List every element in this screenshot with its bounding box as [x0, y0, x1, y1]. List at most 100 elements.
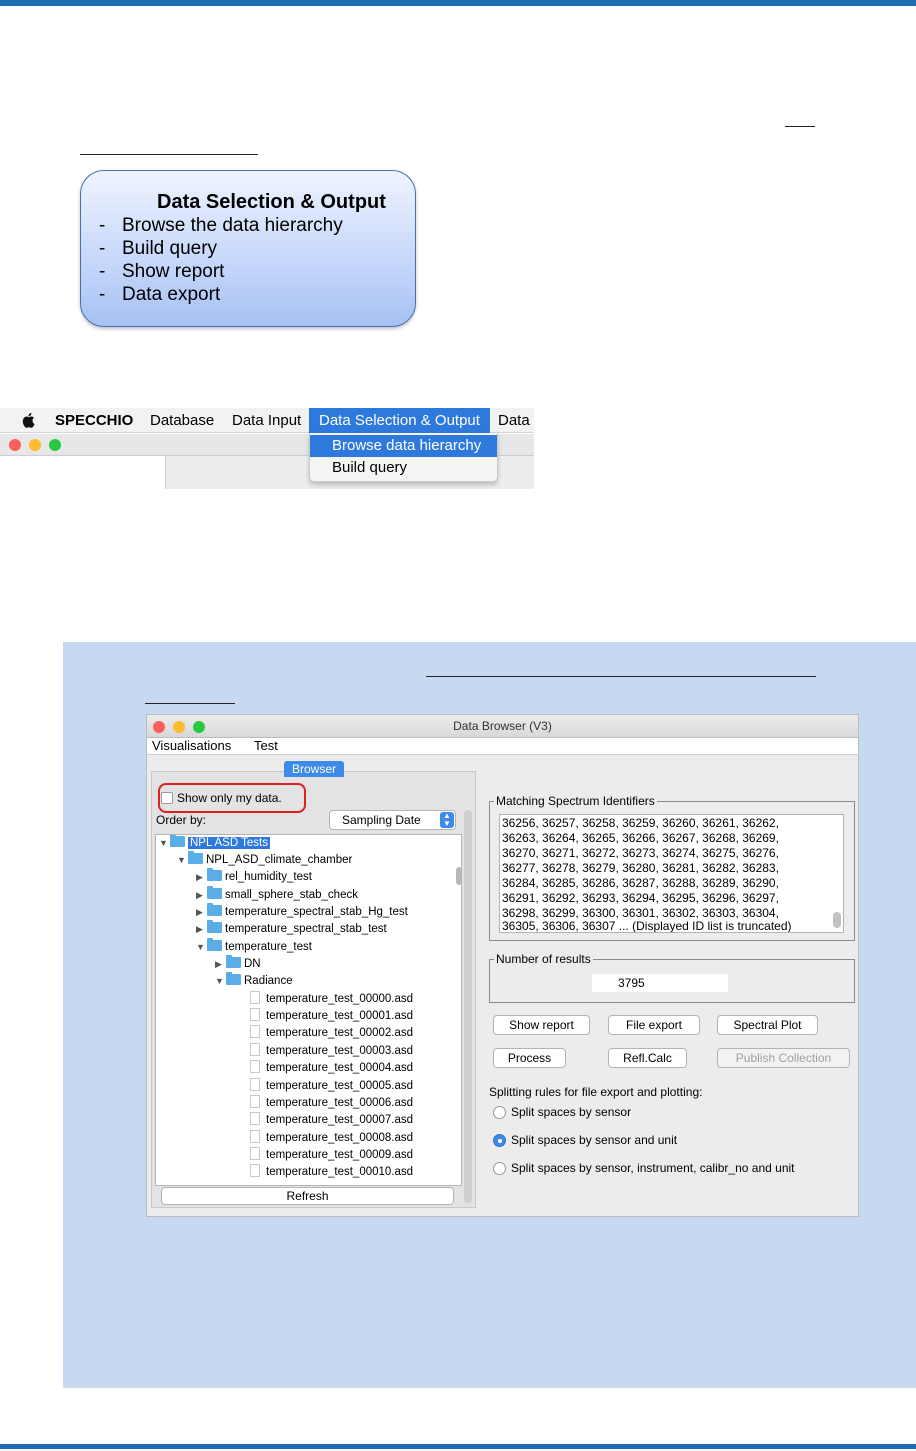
tree-node[interactable]: ▼ Radiance	[215, 972, 293, 990]
top-accent-rule	[0, 0, 916, 6]
radio-button[interactable]	[493, 1106, 506, 1119]
menu-item-build-query[interactable]: Build query	[310, 457, 497, 479]
data-hierarchy-tree[interactable]: ▼ NPL ASD Tests ▼ NPL_ASD_climate_chamber …	[155, 834, 462, 1186]
results-count-field: 3795	[592, 974, 728, 992]
collapsed-triangle-icon[interactable]: ▶	[196, 921, 207, 938]
window-titlebar: Data Browser (V3)	[147, 715, 858, 738]
tree-scrollbar[interactable]	[456, 835, 461, 1185]
tree-node[interactable]: ▼ NPL_ASD_climate_chamber	[177, 851, 352, 869]
ids-line: 36291, 36292, 36293, 36294, 36295, 36296…	[502, 891, 779, 905]
collapsed-triangle-icon[interactable]: ▶	[196, 887, 207, 904]
tree-leaf[interactable]: temperature_test_00002.asd	[250, 1025, 413, 1042]
expanded-triangle-icon[interactable]: ▼	[196, 939, 207, 956]
callout-list: - Browse the data hierarchy - Build query …	[99, 214, 343, 306]
file-icon	[250, 1060, 260, 1073]
scrollbar-thumb[interactable]	[456, 867, 461, 885]
menu-data-input[interactable]: Data Input	[232, 412, 301, 429]
expanded-triangle-icon[interactable]: ▼	[177, 852, 188, 869]
mac-menu-bar: SPECCHIO Database Data Input Data Select…	[0, 408, 534, 433]
tree-leaf[interactable]: temperature_test_00000.asd	[250, 991, 413, 1008]
file-icon	[250, 1025, 260, 1038]
process-button[interactable]: Process	[493, 1048, 566, 1068]
tree-leaf[interactable]: temperature_test_00001.asd	[250, 1008, 413, 1025]
folder-icon	[226, 972, 241, 985]
expanded-triangle-icon[interactable]: ▼	[215, 973, 226, 990]
file-icon	[250, 1164, 260, 1177]
split-by-sensor-unit-radio[interactable]: Split spaces by sensor and unit	[493, 1133, 677, 1147]
menu-item-browse-data-hierarchy[interactable]: Browse data hierarchy	[310, 435, 497, 457]
minimize-button[interactable]	[29, 439, 41, 451]
tree-node[interactable]: ▶ DN	[215, 955, 261, 973]
close-button[interactable]	[9, 439, 21, 451]
publish-collection-button[interactable]: Publish Collection	[717, 1048, 850, 1068]
callout-item: - Build query	[99, 238, 218, 259]
window-title: Data Browser (V3)	[453, 719, 552, 733]
ids-line: 36263, 36264, 36265, 36266, 36267, 36268…	[502, 831, 779, 845]
menu-data-selection-output[interactable]: Data Selection & Output	[309, 408, 490, 433]
tree-leaf[interactable]: temperature_test_00009.asd	[250, 1147, 413, 1164]
file-icon	[250, 1147, 260, 1160]
tree-leaf[interactable]: temperature_test_00004.asd	[250, 1060, 413, 1077]
folder-icon	[207, 903, 222, 916]
hyperlink-underline[interactable]	[426, 676, 816, 677]
zoom-button[interactable]	[49, 439, 61, 451]
ids-scrollbar[interactable]	[833, 818, 841, 930]
refl-calc-button[interactable]: Refl.Calc	[608, 1048, 687, 1068]
scrollbar-thumb[interactable]	[833, 912, 841, 928]
panel-scrollbar[interactable]	[464, 810, 472, 1203]
matching-ids-textarea[interactable]: 36256, 36257, 36258, 36259, 36260, 36261…	[499, 814, 844, 933]
tree-leaf[interactable]: temperature_test_00007.asd	[250, 1112, 413, 1129]
collapsed-triangle-icon[interactable]: ▶	[196, 904, 207, 921]
menu-app-name[interactable]: SPECCHIO	[55, 412, 133, 429]
hyperlink-underline[interactable]	[145, 703, 235, 704]
scrollbar-thumb[interactable]	[464, 810, 472, 1203]
order-by-value: Sampling Date	[342, 813, 421, 827]
spectral-plot-button[interactable]: Spectral Plot	[717, 1015, 818, 1035]
folder-icon	[188, 851, 203, 864]
split-by-sensor-instrument-radio[interactable]: Split spaces by sensor, instrument, cali…	[493, 1161, 795, 1175]
hyperlink-underline[interactable]	[785, 126, 815, 127]
refresh-button[interactable]: Refresh	[161, 1187, 454, 1205]
bottom-accent-rule	[0, 1444, 916, 1449]
tree-node[interactable]: ▼ temperature_test	[196, 938, 312, 956]
folder-icon	[170, 835, 185, 847]
chevron-up-down-icon: ▲ ▼	[440, 812, 454, 828]
ids-line: 36270, 36271, 36272, 36273, 36274, 36275…	[502, 846, 779, 860]
ids-line: 36256, 36257, 36258, 36259, 36260, 36261…	[502, 816, 779, 830]
tree-leaf[interactable]: temperature_test_00008.asd	[250, 1130, 413, 1147]
menu-test[interactable]: Test	[254, 738, 278, 753]
show-report-button[interactable]: Show report	[493, 1015, 590, 1035]
callout-title: Data Selection & Output	[157, 191, 386, 213]
tree-node[interactable]: ▶ temperature_spectral_stab_test	[196, 920, 387, 938]
tab-browser[interactable]: Browser	[284, 761, 344, 777]
expanded-triangle-icon[interactable]: ▼	[159, 835, 170, 852]
data-browser-window: Data Browser (V3) Visualisations Test Br…	[146, 714, 859, 1217]
tree-leaf[interactable]: temperature_test_00003.asd	[250, 1043, 413, 1060]
menu-visualisations[interactable]: Visualisations	[152, 738, 231, 753]
tree-node[interactable]: ▼ NPL ASD Tests	[159, 835, 270, 852]
results-label: Number of results	[494, 952, 593, 966]
tree-node[interactable]: ▶ small_sphere_stab_check	[196, 886, 358, 904]
ids-line: 36305, 36306, 36307 ... (Displayed ID li…	[502, 919, 792, 933]
tree-node[interactable]: ▶ temperature_spectral_stab_Hg_test	[196, 903, 408, 921]
file-icon	[250, 991, 260, 1004]
ids-line: 36284, 36285, 36286, 36287, 36288, 36289…	[502, 876, 779, 890]
order-by-select[interactable]: Sampling Date ▲ ▼	[329, 810, 456, 830]
radio-button[interactable]	[493, 1162, 506, 1175]
apple-icon[interactable]	[22, 412, 37, 432]
hyperlink-underline[interactable]	[80, 154, 258, 155]
collapsed-triangle-icon[interactable]: ▶	[215, 956, 226, 973]
menu-data[interactable]: Data	[498, 412, 530, 429]
tree-leaf[interactable]: temperature_test_00006.asd	[250, 1095, 413, 1112]
collapsed-triangle-icon[interactable]: ▶	[196, 869, 207, 886]
menu-database[interactable]: Database	[150, 412, 214, 429]
tree-leaf[interactable]: temperature_test_00010.asd	[250, 1164, 413, 1181]
file-icon	[250, 1043, 260, 1056]
window-menu-bar: Visualisations Test	[147, 738, 858, 755]
matching-ids-label: Matching Spectrum Identifiers	[494, 794, 657, 808]
file-export-button[interactable]: File export	[608, 1015, 700, 1035]
tree-node[interactable]: ▶ rel_humidity_test	[196, 868, 312, 886]
radio-button-selected[interactable]	[493, 1134, 506, 1147]
tree-leaf[interactable]: temperature_test_00005.asd	[250, 1078, 413, 1095]
split-by-sensor-radio[interactable]: Split spaces by sensor	[493, 1105, 631, 1119]
